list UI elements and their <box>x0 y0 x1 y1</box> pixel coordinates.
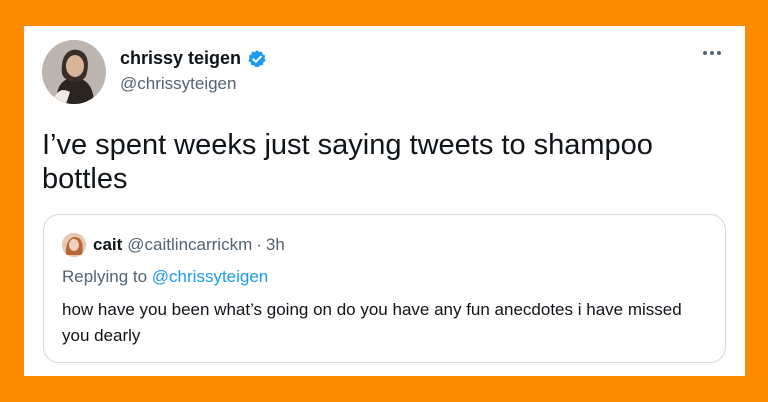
replying-to-prefix: Replying to <box>62 267 148 286</box>
author-display-name[interactable]: chrissy teigen <box>120 48 267 69</box>
verified-badge-icon <box>247 49 267 69</box>
author-avatar[interactable] <box>42 40 106 104</box>
quoted-tweet[interactable]: cait @caitlincarrickm · 3h Replying to @chr… <box>43 214 726 363</box>
quoted-author-name[interactable]: cait <box>93 235 122 254</box>
quoted-author-handle[interactable]: @caitlincarrickm <box>127 235 252 254</box>
author-handle[interactable]: @chrissyteigen <box>120 74 236 94</box>
quoted-tweet-header: cait @caitlincarrickm · 3h <box>93 235 285 255</box>
author-name-text[interactable]: chrissy teigen <box>120 48 241 69</box>
tweet-text: I’ve spent weeks just saying tweets to s… <box>42 129 653 195</box>
tweet-card[interactable]: chrissy teigen @chrissyteigen I’ve spent… <box>24 26 745 376</box>
more-options-icon[interactable] <box>699 42 725 64</box>
replying-to-line: Replying to @chrissyteigen <box>62 267 268 287</box>
quoted-tweet-text: how have you been what’s going on do you… <box>62 300 682 345</box>
quoted-separator: · <box>256 235 262 254</box>
quoted-author-avatar[interactable] <box>62 233 86 257</box>
replying-to-mention[interactable]: @chrissyteigen <box>152 267 268 286</box>
quoted-timestamp[interactable]: 3h <box>266 235 285 254</box>
